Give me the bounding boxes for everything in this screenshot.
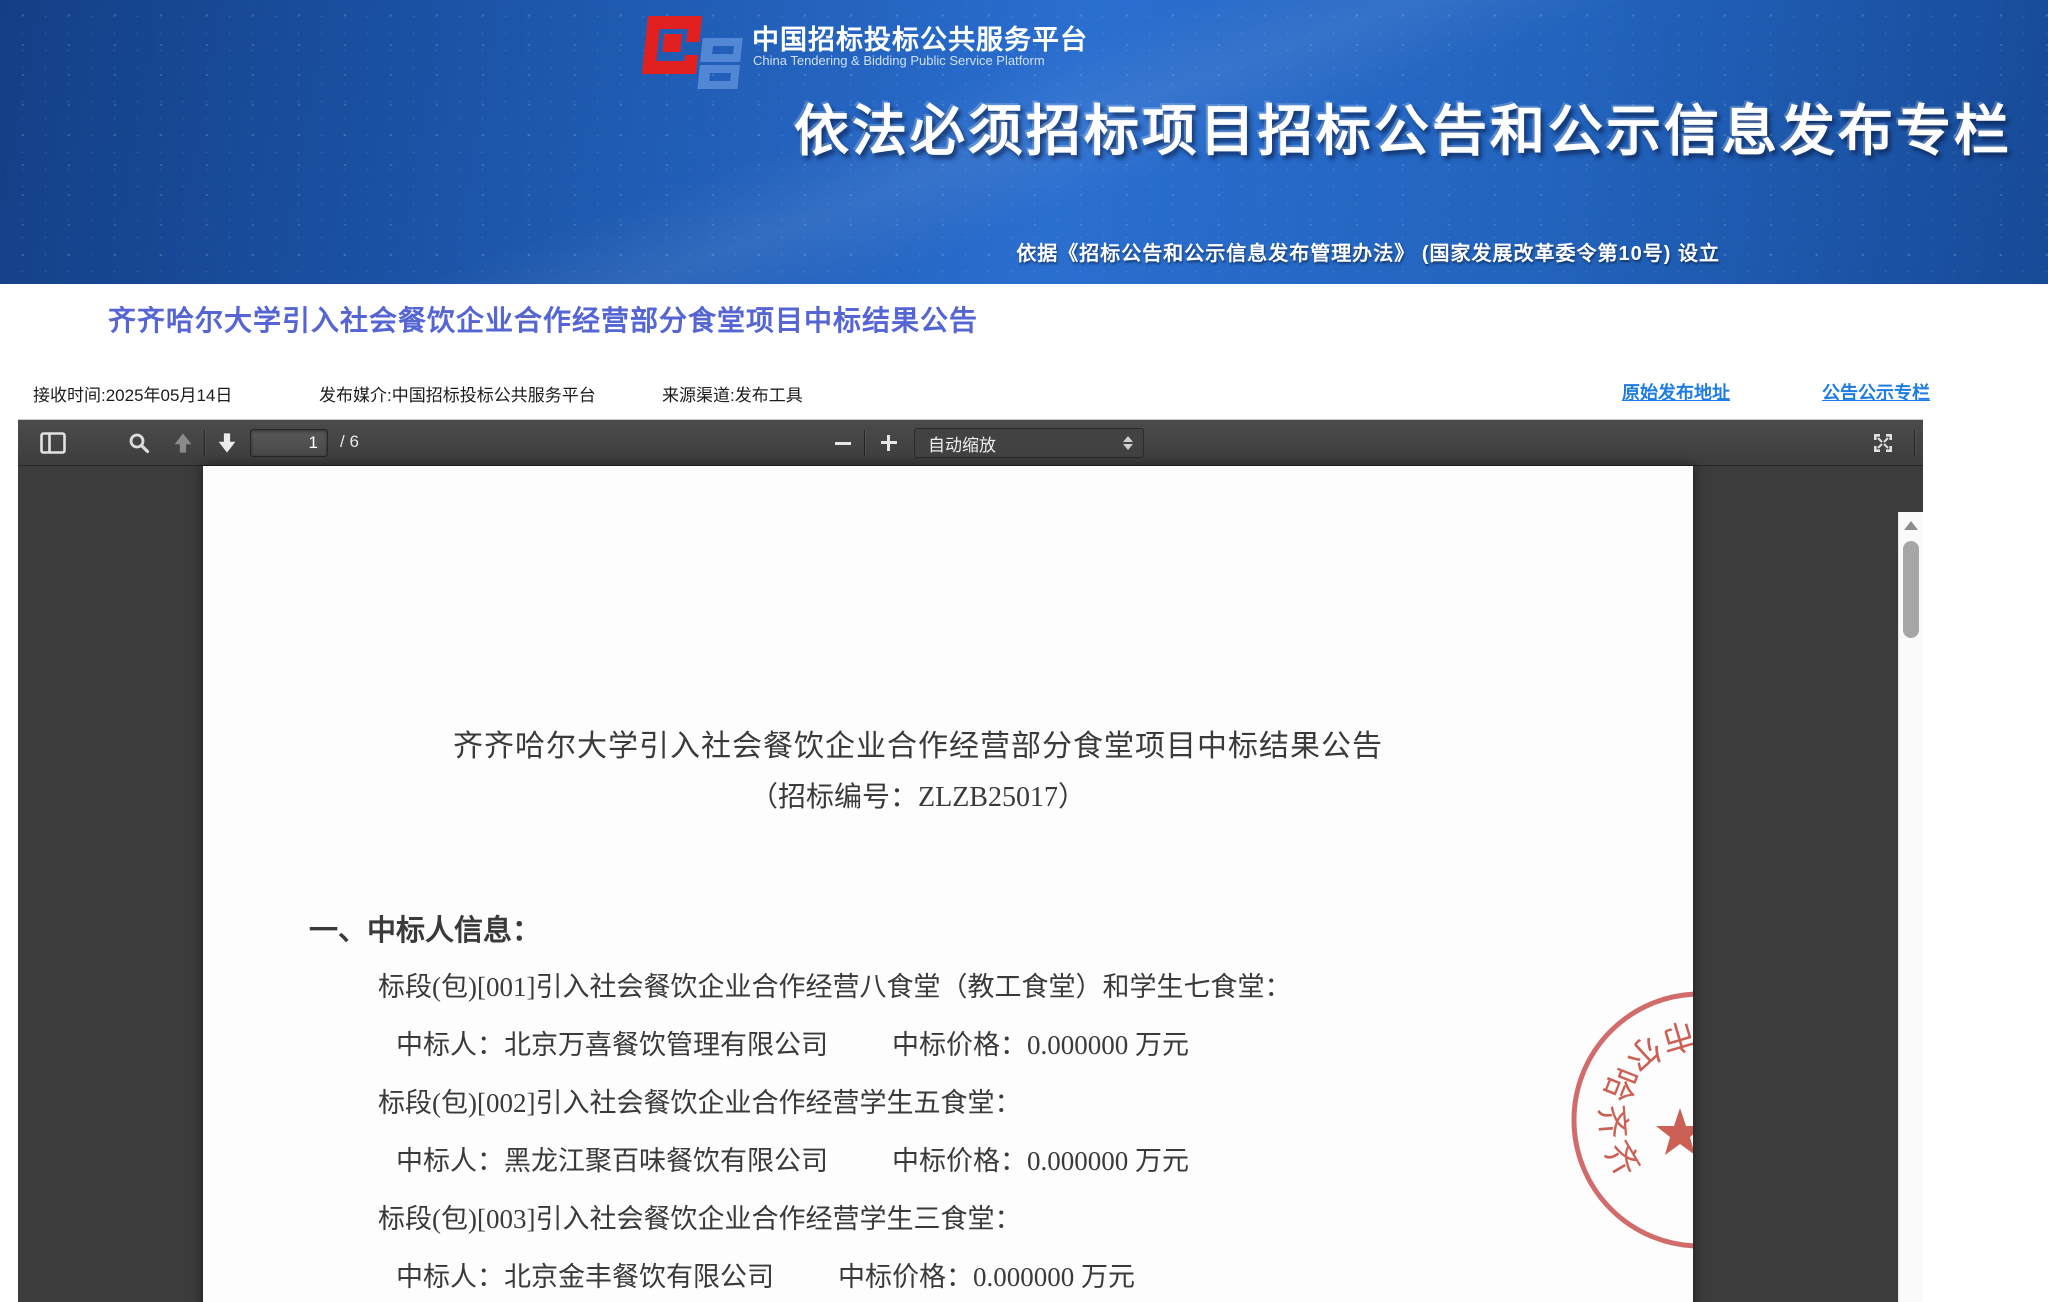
toolbar-separator: [204, 430, 205, 456]
toolbar-separator: [864, 430, 865, 456]
pdf-page-1: 齐齐哈尔大学引入社会餐饮企业合作经营部分食堂项目中标结果公告 （招标编号：ZLZ…: [203, 466, 1693, 1302]
search-icon: [128, 432, 150, 454]
zoom-out-icon: [835, 442, 851, 445]
winner-price: 中标价格：0.000000 万元: [838, 1262, 1135, 1292]
winner-line: 中标人：北京金丰餐饮有限公司 中标价格：0.000000 万元: [396, 1255, 1135, 1294]
pdf-toolbar: / 6 自动缩放: [18, 420, 1923, 466]
lot-line: 标段(包)[003]引入社会餐饮企业合作经营学生三食堂：: [378, 1197, 1021, 1236]
document-section-heading: 一、中标人信息：: [309, 907, 541, 949]
viewer-scrollbar[interactable]: [1898, 512, 1923, 1302]
winner-price: 中标价格：0.000000 万元: [892, 1030, 1189, 1060]
zoom-in-icon: [881, 435, 897, 451]
platform-name-en: China Tendering & Bidding Public Service…: [753, 53, 1045, 68]
svg-text:市尔哈齐齐: 市尔哈齐齐: [1592, 1013, 1693, 1192]
presentation-mode-button[interactable]: [1866, 427, 1900, 459]
zoom-mode-select[interactable]: 自动缩放: [914, 428, 1144, 458]
seal-text: 市尔哈齐齐: [1592, 1013, 1693, 1192]
document-code: （招标编号：ZLZB25017）: [203, 775, 1633, 815]
lot-line: 标段(包)[002]引入社会餐饮企业合作经营学生五食堂：: [378, 1081, 1021, 1120]
scrollbar-thumb[interactable]: [1903, 541, 1919, 638]
sidebar-toggle-button[interactable]: [36, 427, 70, 459]
chevron-updown-icon: [1123, 436, 1133, 450]
receive-time: 接收时间:2025年05月14日: [33, 381, 232, 406]
page-number-input[interactable]: [250, 429, 328, 457]
zoom-in-button[interactable]: [872, 427, 906, 459]
publish-media: 发布媒介:中国招标投标公共服务平台: [319, 381, 596, 406]
winner-line: 中标人：北京万喜餐饮管理有限公司 中标价格：0.000000 万元: [396, 1023, 1189, 1062]
document-title: 齐齐哈尔大学引入社会餐饮企业合作经营部分食堂项目中标结果公告: [203, 721, 1633, 765]
logo-blue-shape: [697, 38, 746, 90]
winner-name: 中标人：黑龙江聚百味餐饮有限公司: [396, 1146, 828, 1176]
page: 中国招标投标公共服务平台 China Tendering & Bidding P…: [0, 0, 2048, 1302]
banner-subtitle: 依据《招标公告和公示信息发布管理办法》 (国家发展改革委令第10号) 设立: [1016, 237, 1720, 266]
page-total-label: / 6: [340, 432, 359, 452]
winner-price: 中标价格：0.000000 万元: [892, 1146, 1189, 1176]
page-down-icon: [215, 431, 239, 455]
banner-title: 依法必须招标项目招标公告和公示信息发布专栏: [794, 86, 2012, 166]
original-publish-link[interactable]: 原始发布地址: [1622, 379, 1730, 405]
toolbar-separator: [1914, 430, 1915, 456]
notice-column-link[interactable]: 公告公示专栏: [1822, 379, 1930, 405]
pdf-viewer: / 6 自动缩放: [18, 420, 1923, 1302]
pdf-viewport[interactable]: 齐齐哈尔大学引入社会餐饮企业合作经营部分食堂项目中标结果公告 （招标编号：ZLZ…: [18, 466, 1923, 1302]
scroll-up-icon[interactable]: [1904, 521, 1918, 530]
next-page-button[interactable]: [210, 427, 244, 459]
source-channel: 来源渠道:发布工具: [662, 381, 803, 406]
winner-name: 中标人：北京万喜餐饮管理有限公司: [396, 1030, 828, 1060]
page-up-icon: [171, 431, 195, 455]
zoom-mode-label: 自动缩放: [928, 431, 996, 456]
previous-page-button[interactable]: [166, 427, 200, 459]
winner-name: 中标人：北京金丰餐饮有限公司: [396, 1262, 774, 1292]
sidebar-toggle-icon: [40, 432, 66, 454]
site-banner: 中国招标投标公共服务平台 China Tendering & Bidding P…: [0, 0, 2048, 284]
search-button[interactable]: [122, 427, 156, 459]
logo-red-shape: [642, 16, 702, 74]
platform-name-cn: 中国招标投标公共服务平台: [752, 18, 1088, 57]
winner-line: 中标人：黑龙江聚百味餐饮有限公司 中标价格：0.000000 万元: [396, 1139, 1189, 1178]
red-seal-stamp: 市尔哈齐齐: [1560, 950, 1693, 1290]
zoom-out-button[interactable]: [826, 427, 860, 459]
announcement-title: 齐齐哈尔大学引入社会餐饮企业合作经营部分食堂项目中标结果公告: [108, 299, 978, 339]
platform-logo-icon: [645, 16, 745, 78]
fullscreen-icon: [1872, 432, 1894, 454]
lot-line: 标段(包)[001]引入社会餐饮企业合作经营八食堂（教工食堂）和学生七食堂：: [378, 965, 1291, 1004]
